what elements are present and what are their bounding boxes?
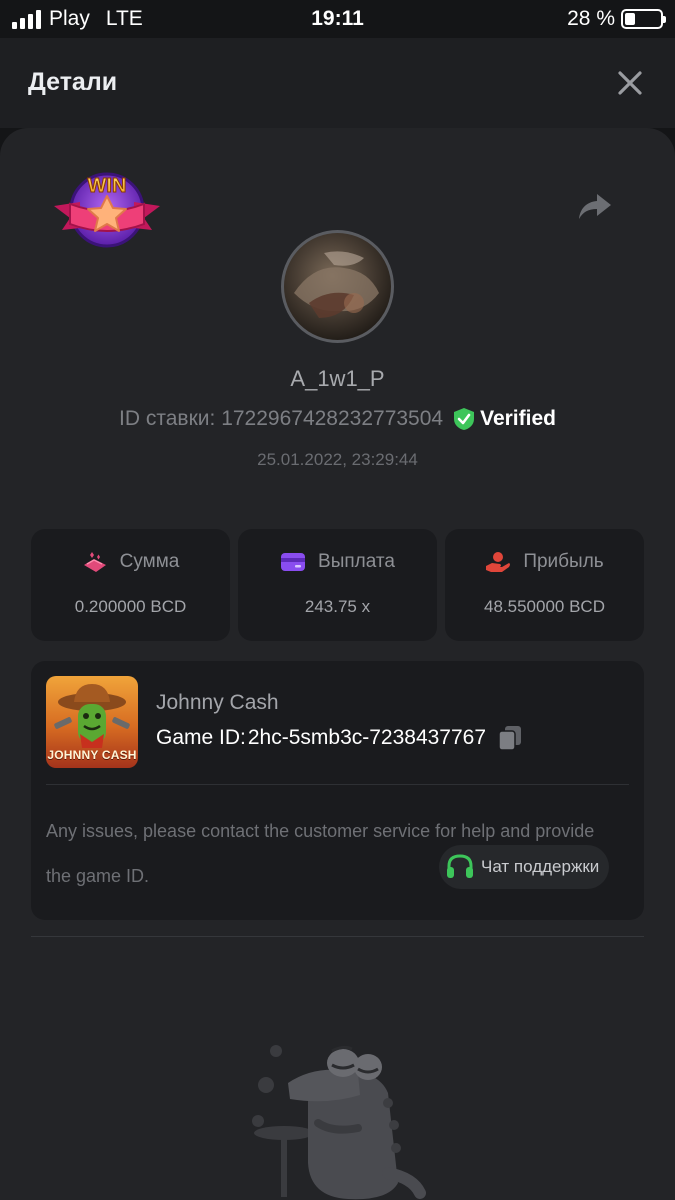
bet-details-card: WIN A_1w1_P ID ставки: 17229674282327735… xyxy=(0,128,675,1200)
network-type: LTE xyxy=(105,7,143,30)
copy-button[interactable] xyxy=(498,725,522,751)
game-panel: JOHNNY CASH Johnny Cash Game ID: 2hc-5sm… xyxy=(31,661,644,920)
bet-id-value: 172296742823277350​4 xyxy=(221,407,444,430)
bet-id-label: ID ставки: xyxy=(119,407,216,430)
stat-amount-header: Сумма xyxy=(31,551,230,573)
share-button[interactable] xyxy=(577,190,613,222)
clock: 19:11 xyxy=(311,7,364,30)
panel-divider xyxy=(46,784,629,785)
stat-profit-label: Прибыль xyxy=(523,551,604,572)
avatar-image xyxy=(294,251,379,318)
verified-badge[interactable]: Verified xyxy=(453,407,556,431)
battery-percent: 28 % xyxy=(567,7,615,30)
share-icon xyxy=(579,194,611,219)
close-button[interactable] xyxy=(615,68,645,98)
bet-date: 25.01.2022, 23:29:44 xyxy=(257,450,418,469)
headset-icon xyxy=(447,854,473,878)
close-icon xyxy=(618,71,642,95)
crocodile-illustration xyxy=(252,1045,426,1200)
game-thumbnail[interactable]: JOHNNY CASH xyxy=(46,676,138,768)
bet-id-row: ID ставки: 172296742823277350​4 Verified xyxy=(0,407,675,431)
stat-profit: Прибыль 48.550000 BCD xyxy=(445,529,644,641)
battery-icon xyxy=(621,9,666,29)
game-id-label: Game ID: xyxy=(156,726,246,749)
status-right: 28 % xyxy=(567,7,666,31)
stat-payout: Выплата 243.75 x xyxy=(238,529,437,641)
game-name: Johnny Cash xyxy=(156,691,279,714)
stat-payout-header: Выплата xyxy=(238,551,437,573)
profit-hand-icon xyxy=(486,552,511,572)
stat-profit-header: Прибыль xyxy=(445,551,644,573)
username: A_1w1_P xyxy=(290,366,385,391)
win-badge: WIN xyxy=(52,168,162,253)
bet-id: ID ставки: 172296742823277350​4 xyxy=(119,407,443,431)
stat-amount-value: 0.200000 BCD xyxy=(74,597,187,616)
game-id-row: Game ID: 2hc-5smb3c-7238437767 xyxy=(156,725,522,751)
section-divider xyxy=(31,936,644,937)
game-thumbnail-label: JOHNNY CASH xyxy=(47,748,137,762)
stat-payout-label: Выплата xyxy=(318,551,395,572)
bet-amount-icon xyxy=(83,552,106,572)
bet-details-screen: Play LTE 19:11 28 % Детали WIN A_1w1_P I… xyxy=(0,0,675,1200)
copy-icon xyxy=(498,726,522,751)
modal-header: Детали xyxy=(0,38,675,128)
card-icon xyxy=(281,553,306,571)
battery-level xyxy=(625,13,635,25)
crocodile-mascot xyxy=(248,1033,428,1200)
status-left: Play LTE xyxy=(12,7,143,31)
win-badge-icon: WIN xyxy=(54,172,160,248)
support-chat-button[interactable]: Чат поддержки xyxy=(439,845,610,889)
status-bar: Play LTE 19:11 28 % xyxy=(0,0,675,38)
stat-amount-label: Сумма xyxy=(119,551,180,572)
win-badge-text: WIN xyxy=(88,175,127,197)
support-chat-label: Чат поддержки xyxy=(481,857,600,876)
page-title: Детали xyxy=(28,68,118,96)
stat-payout-value: 243.75 x xyxy=(304,597,371,616)
carrier-name: Play xyxy=(49,7,90,30)
signal-icon xyxy=(12,9,41,29)
avatar xyxy=(281,230,394,343)
verified-label: Verified xyxy=(480,407,556,430)
stat-profit-value: 48.550000 BCD xyxy=(484,597,605,616)
shield-check-icon xyxy=(454,408,475,430)
game-id-value: 2hc-5smb3c-7238437767 xyxy=(247,726,487,749)
stat-amount: Сумма 0.200000 BCD xyxy=(31,529,230,641)
